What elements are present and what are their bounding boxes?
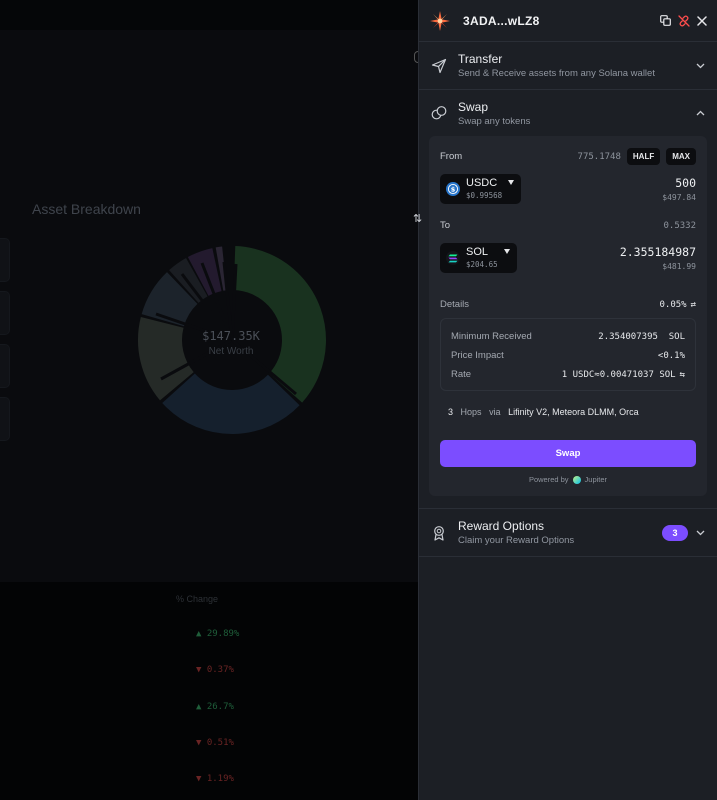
change-row: ▼ 0.51%	[196, 738, 234, 748]
swap-coins-icon	[431, 105, 447, 121]
swap-button[interactable]: Swap	[440, 440, 696, 467]
change-row: ▼ 1.19%	[196, 774, 234, 784]
powered-by: Powered by Jupiter	[440, 475, 696, 484]
chevron-down-icon[interactable]	[696, 63, 705, 69]
powered-by-name: Jupiter	[584, 475, 608, 484]
half-button[interactable]: HALF	[626, 148, 661, 165]
copy-icon[interactable]	[660, 15, 671, 26]
rate-toggle[interactable]: 1 USDC≈0.00471037 SOL ⇆	[562, 370, 685, 380]
transfer-section[interactable]: Transfer Send & Receive assets from any …	[419, 42, 717, 90]
rate-switch-icon: ⇆	[679, 369, 685, 380]
swap-card: ⇅ From 775.1748 HALF MAX $ USDC $0.99568…	[413, 136, 707, 496]
change-row: ▼ 0.37%	[196, 665, 234, 675]
svg-text:$: $	[451, 185, 456, 193]
usdc-icon: $	[446, 182, 460, 196]
reward-options-subtitle: Claim your Reward Options	[458, 535, 575, 546]
chevron-down-icon[interactable]	[696, 530, 705, 536]
swap-body: ⇅ From 775.1748 HALF MAX $ USDC $0.99568…	[413, 136, 717, 509]
minimum-received-label: Minimum Received	[451, 331, 532, 342]
transfer-title: Transfer	[458, 52, 503, 66]
change-row: ▲ 29.89%	[196, 629, 240, 639]
net-worth-value: $147.35K	[202, 329, 260, 343]
hops-count: 3	[448, 407, 454, 417]
from-token-name: USDC	[466, 177, 498, 189]
to-token-price: $204.65	[466, 260, 498, 269]
swap-arrows-icon: ⇄	[690, 299, 696, 310]
to-token-name: SOL	[466, 246, 489, 258]
disconnect-icon[interactable]	[678, 14, 690, 27]
rate-label: Rate	[451, 369, 472, 380]
to-amount: 2.355184987	[619, 245, 696, 259]
max-button[interactable]: MAX	[666, 148, 696, 165]
reward-options-section[interactable]: Reward Options Claim your Reward Options…	[419, 509, 717, 557]
minimum-received-value: 2.354007395 SOL	[598, 331, 685, 342]
wallet-address[interactable]: 3ADA...wLZ8	[463, 14, 540, 28]
slippage-toggle[interactable]: 0.05% ⇄	[659, 300, 696, 310]
details-label: Details	[440, 299, 470, 310]
from-token-selector[interactable]: $ USDC $0.99568	[440, 174, 522, 204]
rate-value: 1 USDC≈0.00471037 SOL	[561, 369, 676, 380]
route-info: 3 Hops via Lifinity V2, Meteora DLMM, Or…	[440, 407, 696, 417]
to-amount-usd: $481.99	[662, 262, 696, 271]
swap-section-header[interactable]: Swap Swap any tokens	[419, 90, 717, 136]
close-icon[interactable]	[697, 15, 707, 26]
price-impact-label: Price Impact	[451, 350, 504, 361]
details-box: Minimum Received 2.354007395 SOL Price I…	[440, 318, 696, 391]
background-dashboard: Asset Breakdown $147.35K Net Worth % Cha…	[0, 0, 418, 800]
from-amount-input[interactable]: 500	[662, 176, 696, 190]
jupiter-icon	[572, 475, 581, 484]
from-amount-usd: $497.84	[662, 193, 696, 202]
price-impact-value: <0.1%	[657, 350, 685, 361]
swap-title: Swap	[458, 99, 489, 114]
background-side-card	[0, 397, 10, 441]
background-bottom-area	[0, 582, 418, 800]
to-token-selector[interactable]: SOL $204.65	[440, 243, 517, 273]
sol-icon	[446, 251, 460, 265]
via-label: via	[489, 407, 501, 417]
caret-down-icon	[508, 180, 515, 185]
panel-header: 3ADA...wLZ8	[419, 0, 717, 42]
from-label: From	[440, 151, 463, 162]
caret-down-icon	[503, 249, 510, 254]
net-worth-label: Net Worth	[208, 346, 254, 357]
route-dexes: Lifinity V2, Meteora DLMM, Orca	[508, 407, 639, 417]
chevron-up-icon[interactable]	[696, 110, 705, 116]
hops-label: Hops	[460, 407, 482, 417]
from-token-price: $0.99568	[466, 191, 503, 200]
background-side-card	[0, 238, 10, 282]
asset-breakdown-title: Asset Breakdown	[32, 201, 141, 217]
wallet-panel: 3ADA...wLZ8 Transfer Send & Receive asse…	[413, 0, 717, 800]
background-side-card	[0, 291, 10, 335]
to-balance: 0.5332	[663, 220, 696, 231]
background-side-card	[0, 344, 10, 388]
swap-direction-icon[interactable]: ⇅	[413, 212, 422, 225]
to-label: To	[440, 220, 451, 231]
reward-options-title: Reward Options	[458, 519, 545, 533]
from-balance: 775.1748	[577, 151, 621, 162]
swap-subtitle: Swap any tokens	[458, 115, 531, 127]
powered-by-label: Powered by	[528, 475, 569, 484]
change-row: ▲ 26.7%	[196, 702, 234, 712]
transfer-subtitle: Send & Receive assets from any Solana wa…	[458, 68, 655, 79]
percent-change-header: % Change	[176, 594, 219, 604]
slippage-value: 0.05%	[659, 299, 687, 310]
wallet-logo-icon	[430, 10, 450, 31]
reward-count-badge: 3	[662, 524, 688, 541]
award-ribbon-icon	[431, 525, 447, 541]
send-icon	[431, 58, 447, 74]
